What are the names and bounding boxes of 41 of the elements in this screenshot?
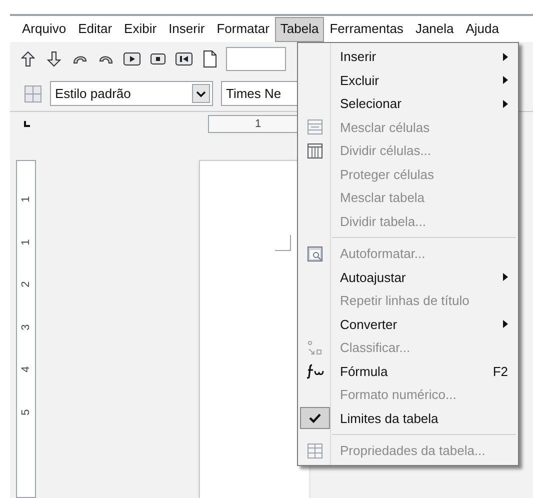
- up-arrow-icon[interactable]: [18, 49, 38, 69]
- corner-mark: [275, 235, 291, 251]
- submenu-arrow-icon: [503, 100, 508, 108]
- ruler-number: 2: [18, 281, 33, 288]
- input-field[interactable]: [226, 47, 286, 71]
- ruler-number: 5: [18, 408, 33, 415]
- menu-bar-item[interactable]: Exibir: [118, 16, 163, 42]
- menu-item[interactable]: Converter: [298, 312, 518, 336]
- menu-bar-item[interactable]: Ajuda: [460, 16, 505, 42]
- ruler-number: 4: [18, 366, 33, 372]
- menu-bar-item[interactable]: Janela: [409, 16, 460, 42]
- menu-bar-item[interactable]: Ferramentas: [324, 16, 410, 42]
- chevron-down-icon: [192, 84, 210, 103]
- menu-bar-item[interactable]: Inserir: [162, 16, 211, 42]
- ruler-number: 1: [18, 196, 33, 202]
- menu-item[interactable]: Selecionar: [298, 92, 518, 116]
- paragraph-style-dropdown[interactable]: Estilo padrão: [50, 81, 213, 106]
- split-cells-icon: [306, 142, 322, 159]
- down-arrow-icon[interactable]: [44, 49, 64, 69]
- menu-bar-item[interactable]: Editar: [72, 16, 118, 42]
- ruler-number: 3: [18, 324, 33, 330]
- submenu-arrow-icon: [503, 52, 508, 61]
- menu-item[interactable]: Autoajustar: [298, 266, 518, 289]
- menu-item[interactable]: Excluir: [298, 68, 518, 92]
- menu-item[interactable]: Inserir: [298, 45, 518, 68]
- submenu-arrow-icon: [503, 273, 508, 282]
- menu-bar-item[interactable]: Tabela: [275, 16, 324, 42]
- autoformat-icon: [306, 246, 322, 262]
- tab-stop-icon[interactable]: [24, 121, 30, 127]
- sort-icon: [306, 340, 322, 356]
- ruler-number: 1: [18, 238, 33, 245]
- menu-item[interactable]: Fórmula F2: [298, 360, 518, 383]
- submenu-arrow-icon: [503, 76, 508, 84]
- menu-bar-item[interactable]: Formatar: [210, 16, 276, 42]
- submenu-arrow-icon: [503, 320, 508, 328]
- menu-bar-item[interactable]: Arquivo: [16, 16, 72, 42]
- table-properties-icon: [306, 442, 322, 459]
- formula-icon: [306, 363, 324, 380]
- ruler-number: 1: [254, 116, 262, 132]
- menu-item[interactable]: Limites da tabela: [298, 406, 518, 430]
- merge-cells-icon: [306, 119, 322, 136]
